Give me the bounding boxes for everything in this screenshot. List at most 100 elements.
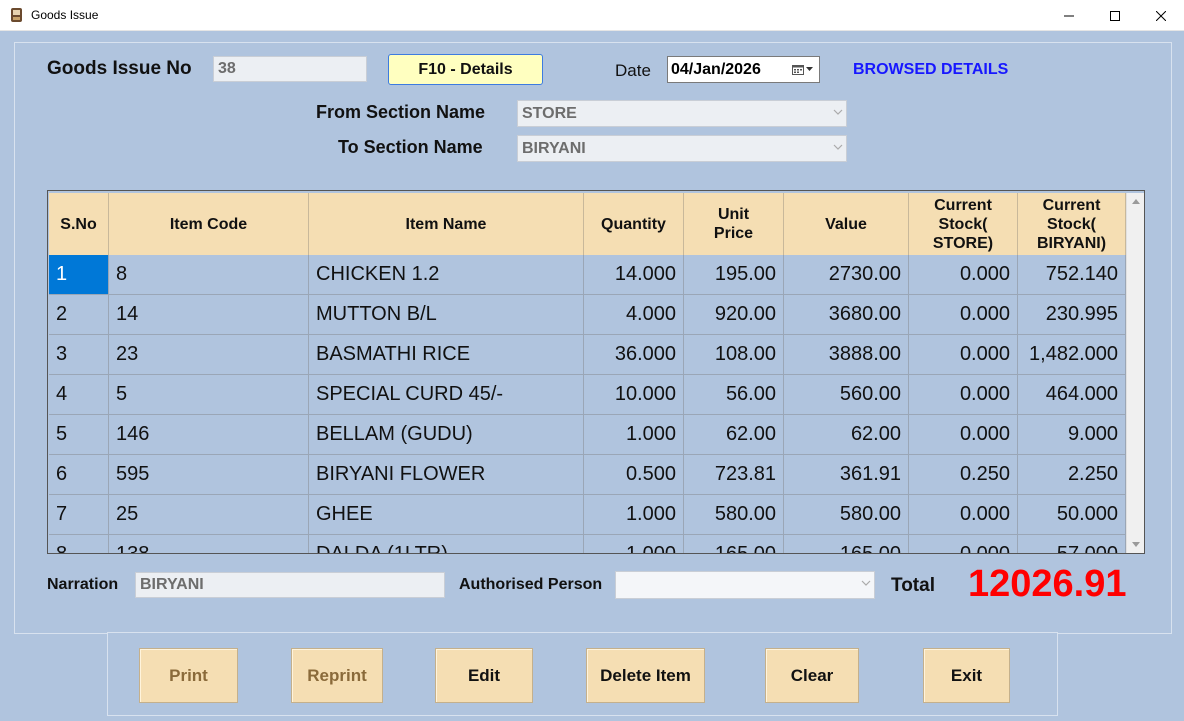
cell-value[interactable]: 3888.00 [784,335,909,375]
cell-quantity[interactable]: 10.000 [584,375,684,415]
column-header-unit-price[interactable]: Unit Price [684,193,784,255]
cell-value[interactable]: 165.00 [784,535,909,553]
column-header-stock-biryani[interactable]: Current Stock( BIRYANI) [1018,193,1126,255]
grid-scrollbar[interactable] [1126,193,1144,553]
table-row[interactable]: 3 23 BASMATHI RICE 36.000 108.00 3888.00 0.000… [48,335,1126,375]
table-row[interactable]: 7 25 GHEE 1.000 580.00 580.00 0.000 50.000 [48,495,1126,535]
cell-stock-biryani[interactable]: 1,482.000 [1018,335,1126,375]
table-row[interactable]: 1 8 CHICKEN 1.2 14.000 195.00 2730.00 0.000 752… [48,255,1126,295]
clear-button[interactable]: Clear [765,648,859,703]
cell-value[interactable]: 361.91 [784,455,909,495]
cell-sno[interactable]: 2 [49,295,109,335]
cell-sno[interactable]: 7 [49,495,109,535]
cell-item-code[interactable]: 25 [109,495,309,535]
cell-item-name[interactable]: SPECIAL CURD 45/- [309,375,584,415]
cell-item-name[interactable]: DALDA (1LTR) [309,535,584,553]
cell-quantity[interactable]: 1.000 [584,415,684,455]
column-header-sno[interactable]: S.No [49,193,109,255]
print-button[interactable]: Print [139,648,238,703]
cell-unit-price[interactable]: 108.00 [684,335,784,375]
cell-item-code[interactable]: 595 [109,455,309,495]
cell-item-name[interactable]: BELLAM (GUDU) [309,415,584,455]
date-picker[interactable]: 04/Jan/2026 [667,56,820,83]
cell-value[interactable]: 62.00 [784,415,909,455]
cell-value[interactable]: 3680.00 [784,295,909,335]
details-button[interactable]: F10 - Details [388,54,543,85]
cell-sno[interactable]: 4 [49,375,109,415]
cell-stock-biryani[interactable]: 230.995 [1018,295,1126,335]
cell-stock-store[interactable]: 0.000 [909,255,1018,295]
cell-quantity[interactable]: 1.000 [584,535,684,553]
cell-stock-store[interactable]: 0.000 [909,375,1018,415]
table-row[interactable]: 6 595 BIRYANI FLOWER 0.500 723.81 361.91 0.250… [48,455,1126,495]
cell-stock-biryani[interactable]: 752.140 [1018,255,1126,295]
from-section-combo[interactable]: STORE [517,100,847,127]
cell-value[interactable]: 560.00 [784,375,909,415]
cell-value[interactable]: 580.00 [784,495,909,535]
cell-sno[interactable]: 5 [49,415,109,455]
items-grid[interactable]: S.No Item Code Item Name Quantity Unit P… [47,190,1145,554]
cell-unit-price[interactable]: 56.00 [684,375,784,415]
cell-unit-price[interactable]: 165.00 [684,535,784,553]
scroll-down-icon[interactable] [1132,542,1140,547]
cell-stock-store[interactable]: 0.000 [909,495,1018,535]
cell-item-code[interactable]: 5 [109,375,309,415]
edit-button[interactable]: Edit [435,648,533,703]
table-row[interactable]: 4 5 SPECIAL CURD 45/- 10.000 56.00 560.00 0.00… [48,375,1126,415]
cell-quantity[interactable]: 4.000 [584,295,684,335]
exit-button[interactable]: Exit [923,648,1010,703]
close-button[interactable] [1138,0,1184,31]
cell-value[interactable]: 2730.00 [784,255,909,295]
cell-stock-biryani[interactable]: 9.000 [1018,415,1126,455]
delete-item-button[interactable]: Delete Item [586,648,705,703]
cell-item-name[interactable]: MUTTON B/L [309,295,584,335]
cell-unit-price[interactable]: 580.00 [684,495,784,535]
goods-issue-no-field[interactable]: 38 [213,56,367,82]
cell-quantity[interactable]: 36.000 [584,335,684,375]
column-header-stock-store[interactable]: Current Stock( STORE) [909,193,1018,255]
column-header-item-name[interactable]: Item Name [309,193,584,255]
cell-sno[interactable]: 8 [49,535,109,553]
cell-unit-price[interactable]: 920.00 [684,295,784,335]
cell-item-name[interactable]: BASMATHI RICE [309,335,584,375]
narration-field[interactable]: BIRYANI [135,572,445,598]
authorised-person-combo[interactable] [615,571,875,599]
cell-stock-biryani[interactable]: 464.000 [1018,375,1126,415]
cell-unit-price[interactable]: 62.00 [684,415,784,455]
table-row[interactable]: 8 138 DALDA (1LTR) 1.000 165.00 165.00 0.000 57… [48,535,1126,553]
cell-quantity[interactable]: 1.000 [584,495,684,535]
cell-sno[interactable]: 6 [49,455,109,495]
cell-stock-store[interactable]: 0.250 [909,455,1018,495]
to-section-combo[interactable]: BIRYANI [517,135,847,162]
cell-item-code[interactable]: 8 [109,255,309,295]
cell-unit-price[interactable]: 195.00 [684,255,784,295]
maximize-button[interactable] [1092,0,1138,31]
cell-item-name[interactable]: BIRYANI FLOWER [309,455,584,495]
cell-item-code[interactable]: 146 [109,415,309,455]
cell-item-code[interactable]: 138 [109,535,309,553]
cell-stock-store[interactable]: 0.000 [909,415,1018,455]
cell-item-code[interactable]: 23 [109,335,309,375]
scroll-up-icon[interactable] [1132,199,1140,204]
cell-sno[interactable]: 1 [49,255,109,295]
cell-stock-biryani[interactable]: 2.250 [1018,455,1126,495]
cell-unit-price[interactable]: 723.81 [684,455,784,495]
minimize-button[interactable] [1046,0,1092,31]
cell-item-name[interactable]: GHEE [309,495,584,535]
cell-stock-biryani[interactable]: 57.000 [1018,535,1126,553]
reprint-button[interactable]: Reprint [291,648,383,703]
column-header-item-code[interactable]: Item Code [109,193,309,255]
cell-stock-store[interactable]: 0.000 [909,335,1018,375]
cell-stock-store[interactable]: 0.000 [909,295,1018,335]
cell-stock-store[interactable]: 0.000 [909,535,1018,553]
cell-sno[interactable]: 3 [49,335,109,375]
cell-item-code[interactable]: 14 [109,295,309,335]
cell-quantity[interactable]: 14.000 [584,255,684,295]
cell-item-name[interactable]: CHICKEN 1.2 [309,255,584,295]
column-header-value[interactable]: Value [784,193,909,255]
cell-quantity[interactable]: 0.500 [584,455,684,495]
column-header-quantity[interactable]: Quantity [584,193,684,255]
cell-stock-biryani[interactable]: 50.000 [1018,495,1126,535]
table-row[interactable]: 5 146 BELLAM (GUDU) 1.000 62.00 62.00 0.000 9.0… [48,415,1126,455]
table-row[interactable]: 2 14 MUTTON B/L 4.000 920.00 3680.00 0.000 230.… [48,295,1126,335]
